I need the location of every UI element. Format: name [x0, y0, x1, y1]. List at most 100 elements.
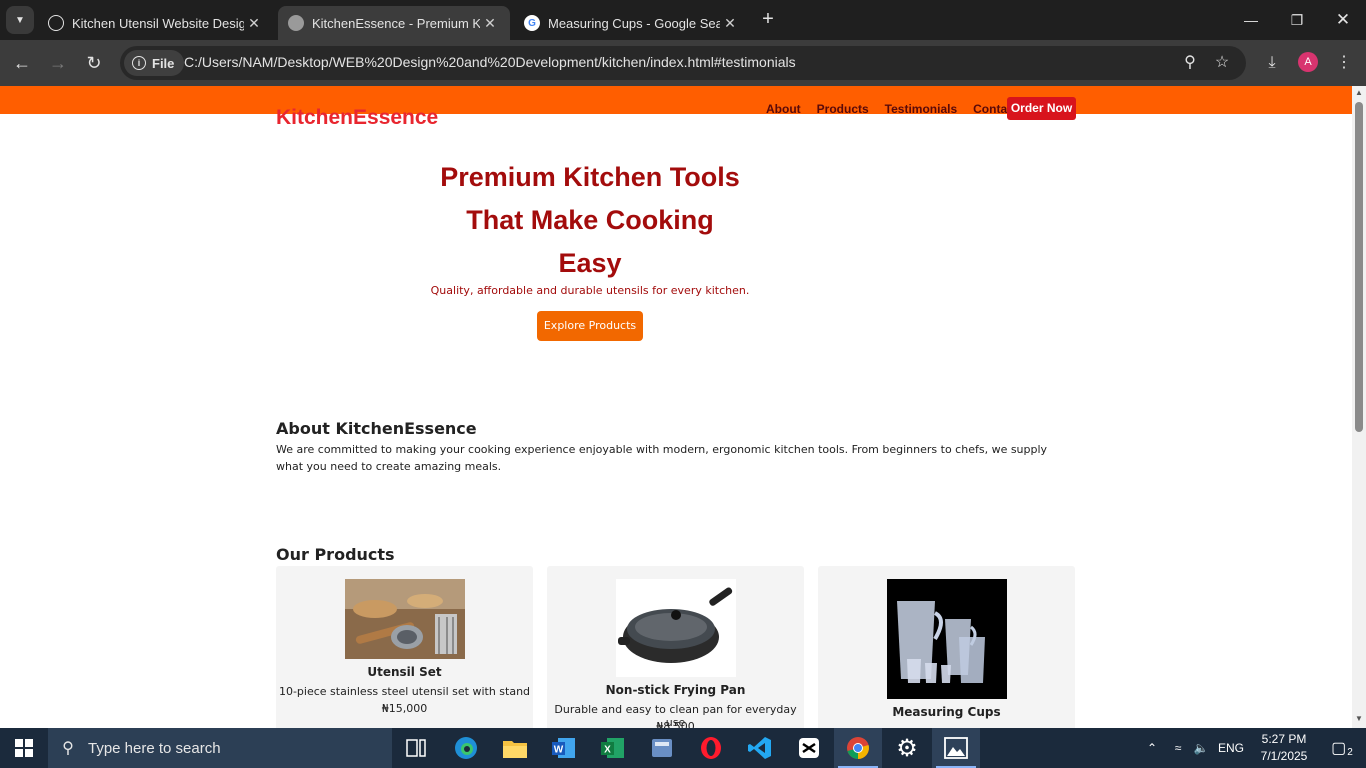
- search-placeholder: Type here to search: [88, 739, 221, 757]
- close-window-button[interactable]: ✕: [1320, 0, 1366, 40]
- capcut-icon: [799, 738, 819, 758]
- product-card-measuring-cups: Measuring Cups: [818, 566, 1075, 728]
- edge-icon: [455, 737, 477, 759]
- nav-about[interactable]: About: [766, 102, 801, 116]
- excel-icon: X: [601, 738, 624, 758]
- nav-testimonials[interactable]: Testimonials: [885, 102, 957, 116]
- bookmark-star-icon[interactable]: ☆: [1212, 53, 1232, 73]
- reload-icon: ↻: [86, 53, 102, 73]
- svg-text:W: W: [554, 745, 564, 756]
- page-scrollbar[interactable]: ▲ ▼: [1352, 86, 1366, 728]
- calculator-app[interactable]: [638, 728, 686, 768]
- site-logo[interactable]: KitchenEssence: [276, 106, 438, 130]
- profile-avatar[interactable]: A: [1298, 52, 1318, 72]
- product-name: Non-stick Frying Pan: [605, 683, 746, 697]
- google-icon: G: [524, 15, 540, 31]
- show-hidden-icons[interactable]: ⌃: [1142, 728, 1162, 768]
- product-card-utensil-set: Utensil Set 10-piece stainless steel ute…: [276, 566, 533, 728]
- tab-search-button[interactable]: ▼: [6, 6, 34, 34]
- svg-text:X: X: [604, 745, 611, 756]
- product-description: 10-piece stainless steel utensil set wit…: [278, 685, 531, 698]
- hero-subtitle: Quality, affordable and durable utensils…: [430, 284, 750, 297]
- file-label: File: [152, 55, 175, 71]
- start-button[interactable]: [0, 728, 48, 768]
- clock-time: 5:27 PM: [1261, 732, 1307, 746]
- windows-taskbar: ⚲ Type here to search W X ⚙ ⌃ ≈ 🔈 ENG 5:…: [0, 728, 1366, 768]
- reload-button[interactable]: ↻: [82, 51, 106, 75]
- volume-icon[interactable]: 🔈: [1190, 728, 1212, 768]
- tab-measuring-cups-search[interactable]: G Measuring Cups - Google Searc ✕: [514, 6, 750, 40]
- tab-kitchen-utensil-design[interactable]: Kitchen Utensil Website Design ✕: [38, 6, 274, 40]
- address-bar[interactable]: i File C:/Users/NAM/Desktop/WEB%20Design…: [120, 46, 1246, 80]
- notification-icon: ▢: [1331, 740, 1347, 757]
- taskbar-search[interactable]: ⚲ Type here to search: [48, 728, 392, 768]
- scroll-down-icon[interactable]: ▼: [1352, 712, 1366, 726]
- chrome-app[interactable]: [834, 728, 882, 768]
- url-text[interactable]: C:/Users/NAM/Desktop/WEB%20Design%20and%…: [184, 54, 796, 70]
- minimize-icon: —: [1244, 12, 1258, 28]
- opera-app[interactable]: [687, 728, 735, 768]
- products-heading: Our Products: [276, 545, 395, 564]
- network-icon[interactable]: ≈: [1168, 728, 1188, 768]
- close-icon[interactable]: ✕: [244, 15, 264, 32]
- openai-icon: [48, 15, 64, 31]
- page-viewport: KitchenEssence About Products Testimonia…: [0, 86, 1352, 728]
- new-tab-button[interactable]: +: [756, 8, 780, 32]
- system-clock[interactable]: 5:27 PM 7/1/2025: [1254, 731, 1314, 765]
- site-nav: About Products Testimonials Contact: [766, 102, 1034, 116]
- download-icon[interactable]: ⤓: [1260, 51, 1284, 75]
- photos-app[interactable]: [932, 728, 980, 768]
- tab-title: Measuring Cups - Google Searc: [548, 15, 720, 31]
- tab-strip: ▼ Kitchen Utensil Website Design ✕ Kitch…: [0, 0, 1366, 40]
- hero-title-line: That Make Cooking: [466, 205, 714, 235]
- menu-kebab-icon[interactable]: ⋮: [1332, 51, 1356, 75]
- zoom-icon[interactable]: ⚲: [1180, 53, 1200, 73]
- notification-center-button[interactable]: ▢ 2: [1322, 728, 1362, 768]
- nav-products[interactable]: Products: [817, 102, 869, 116]
- arrow-left-icon: ←: [13, 53, 31, 73]
- explore-products-button[interactable]: Explore Products: [537, 311, 643, 341]
- capcut-app[interactable]: [785, 728, 833, 768]
- order-now-button[interactable]: Order Now: [1007, 97, 1076, 120]
- product-card-frying-pan: Non-stick Frying Pan Durable and easy to…: [547, 566, 804, 728]
- scroll-up-icon[interactable]: ▲: [1352, 86, 1366, 100]
- hero-title-line: Easy: [558, 248, 622, 278]
- edge-app[interactable]: [442, 728, 490, 768]
- site-header: [0, 86, 1352, 114]
- search-icon: ⚲: [62, 740, 74, 757]
- language-indicator[interactable]: ENG: [1214, 728, 1248, 768]
- vscode-app[interactable]: [736, 728, 784, 768]
- site-info-chip[interactable]: i File: [124, 50, 185, 76]
- tab-title: Kitchen Utensil Website Design: [72, 15, 244, 31]
- file-explorer-app[interactable]: [491, 728, 539, 768]
- excel-app[interactable]: X: [589, 728, 637, 768]
- word-app[interactable]: W: [540, 728, 588, 768]
- back-button[interactable]: ←: [10, 51, 34, 75]
- close-icon[interactable]: ✕: [720, 15, 740, 32]
- settings-app[interactable]: ⚙: [883, 728, 931, 768]
- photos-icon: [944, 737, 968, 759]
- opera-icon: [701, 737, 721, 759]
- hero-title: Premium Kitchen Tools That Make Cooking …: [430, 156, 750, 285]
- close-icon[interactable]: ✕: [480, 15, 500, 32]
- tab-title: KitchenEssence - Premium Kitch: [312, 15, 480, 31]
- task-view-button[interactable]: [392, 728, 440, 768]
- utensil-set-image: [344, 579, 465, 659]
- forward-button[interactable]: →: [46, 51, 70, 75]
- chrome-icon: [847, 737, 869, 759]
- notification-count: 2: [1347, 746, 1353, 758]
- app-icon: [652, 739, 672, 757]
- folder-icon: [503, 741, 527, 758]
- tab-kitchenessence[interactable]: KitchenEssence - Premium Kitch ✕: [278, 6, 510, 40]
- product-name: Measuring Cups: [892, 705, 1001, 719]
- scrollbar-thumb[interactable]: [1355, 102, 1363, 432]
- chevron-up-icon: ⌃: [1146, 741, 1158, 755]
- product-name: Utensil Set: [367, 665, 442, 679]
- minimize-button[interactable]: —: [1228, 0, 1274, 40]
- restore-button[interactable]: ❐: [1274, 0, 1320, 40]
- close-icon: ✕: [1335, 10, 1351, 29]
- restore-icon: ❐: [1290, 11, 1304, 28]
- globe-icon: [288, 15, 304, 31]
- clock-date: 7/1/2025: [1260, 749, 1308, 763]
- about-text: We are committed to making your cooking …: [276, 443, 1048, 473]
